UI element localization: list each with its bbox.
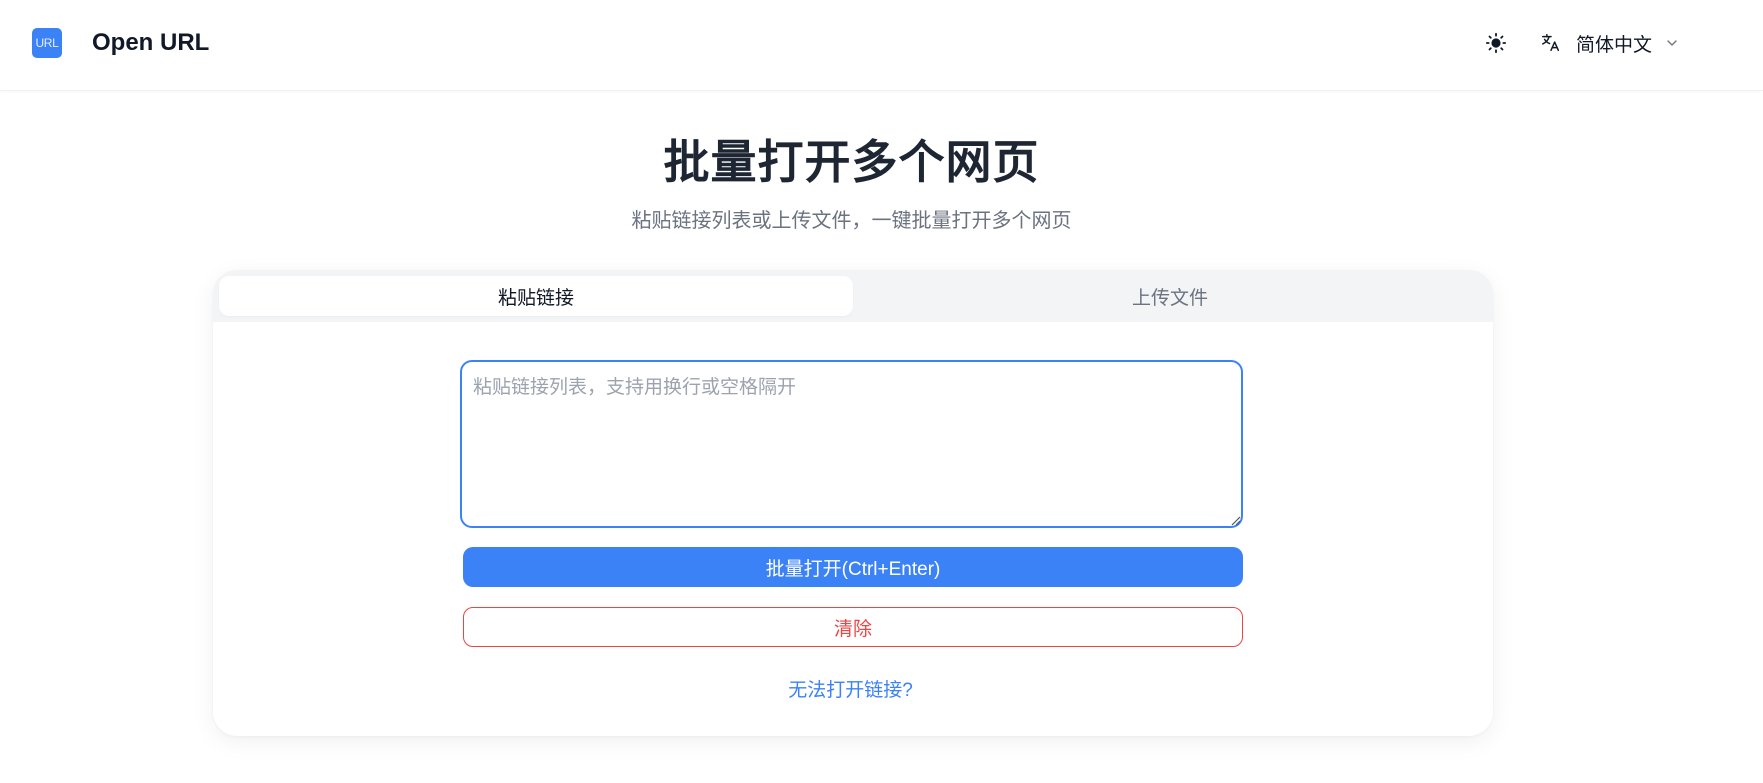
tab-upload-file[interactable]: 上传文件 (853, 276, 1487, 316)
tab-paste-links[interactable]: 粘贴链接 (219, 276, 853, 316)
logo-icon[interactable]: URL (32, 28, 62, 58)
translate-icon (1542, 34, 1560, 52)
language-selector[interactable]: 简体中文 (1540, 26, 1680, 60)
batch-open-button[interactable]: 批量打开(Ctrl+Enter) (463, 547, 1243, 587)
resize-handle-icon[interactable] (1231, 516, 1241, 526)
page-subtitle: 粘贴链接列表或上传文件，一键批量打开多个网页 (631, 210, 1072, 232)
chevron-down-icon (1667, 40, 1677, 46)
links-textarea[interactable] (460, 360, 1243, 528)
page-title: 批量打开多个网页 (663, 136, 1040, 188)
main-card: 粘贴链接 上传文件 批量打开(Ctrl+Enter) 清除 无法打开链接? (213, 270, 1493, 736)
language-label: 简体中文 (1576, 34, 1653, 56)
theme-toggle-button[interactable] (1483, 30, 1509, 56)
tab-bar: 粘贴链接 上传文件 (213, 270, 1493, 322)
sun-icon (1485, 32, 1507, 54)
top-header: URL Open URL 简体中文 (0, 0, 1763, 91)
cannot-open-help-link[interactable]: 无法打开链接? (213, 675, 1488, 702)
clear-button[interactable]: 清除 (463, 607, 1243, 647)
brand-name[interactable]: Open URL (92, 28, 209, 58)
